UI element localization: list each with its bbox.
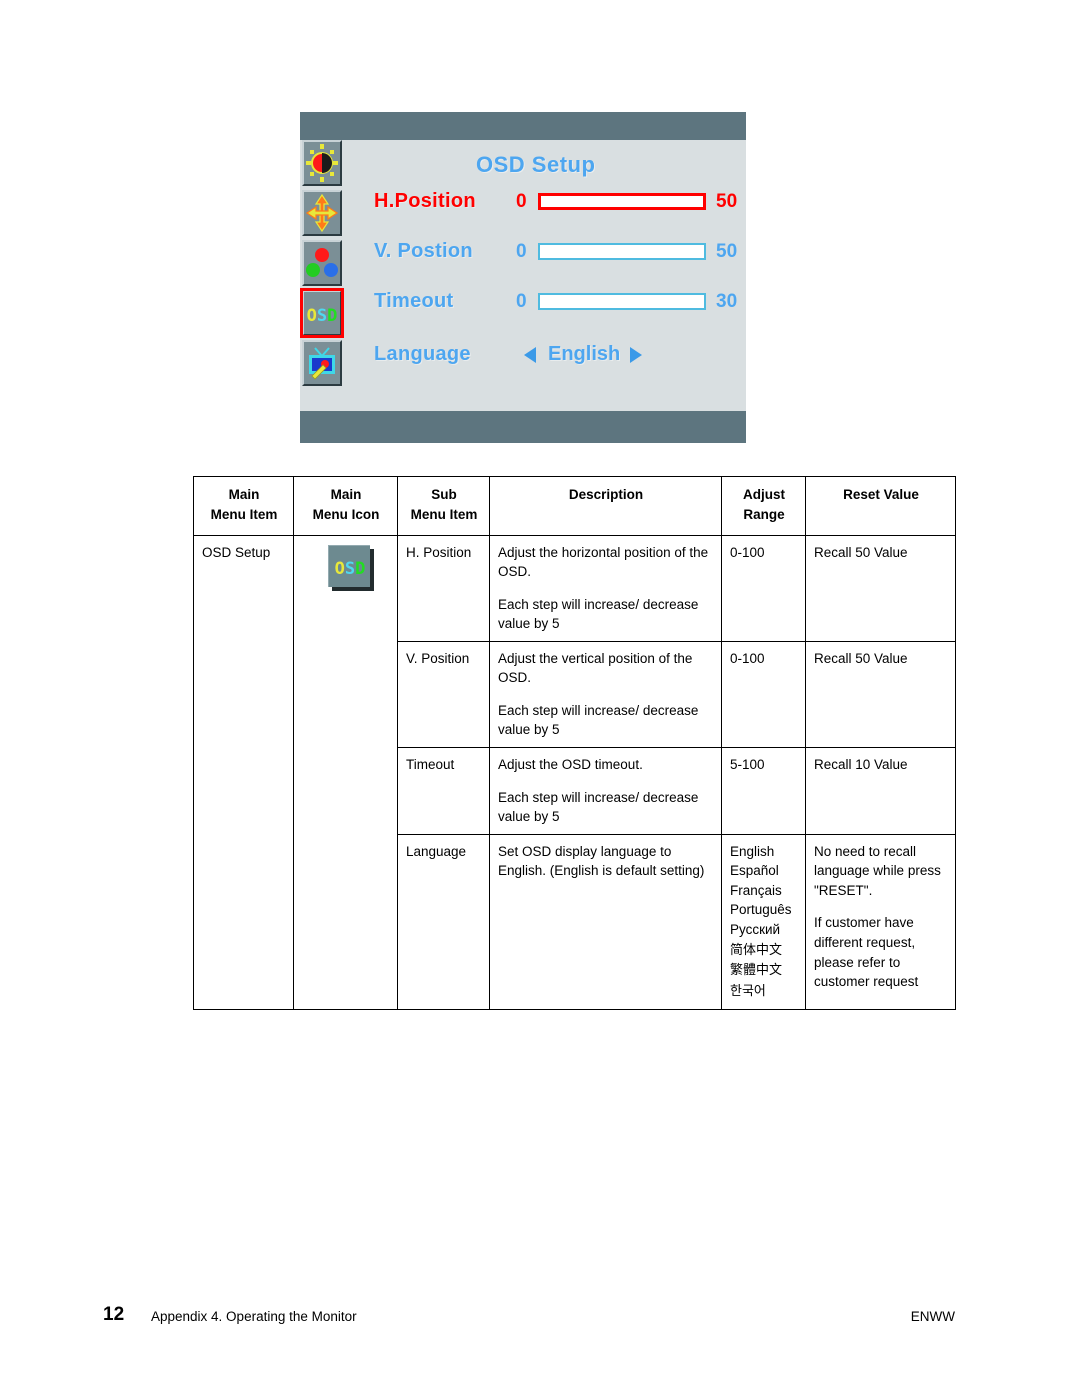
- page-footer: 12 Appendix 4. Operating the Monitor ENW…: [103, 1304, 955, 1329]
- osd-menu-screenshot: OSD OSD Setup H.Position 0 50 V. Postion…: [300, 112, 746, 443]
- position-arrows-icon[interactable]: [302, 190, 342, 236]
- color-dots-icon[interactable]: [302, 240, 342, 286]
- osd-row-max: 50: [716, 191, 738, 212]
- osd-row-timeout[interactable]: Timeout 0 30: [356, 290, 746, 318]
- osd-row-max: 30: [716, 291, 738, 312]
- table-row: OSD Setup OSD H. Position Adjust the hor…: [193, 534, 956, 1011]
- osd-row-min: 0: [516, 191, 527, 212]
- osd-row-v-position[interactable]: V. Postion 0 50: [356, 240, 746, 268]
- cell-description: Adjust the vertical position of the OSD.…: [489, 640, 722, 749]
- cell-sub-menu-item: V. Position: [397, 640, 490, 749]
- cell-sub-menu-item: H. Position: [397, 534, 490, 642]
- osd-setup-spec-table: Main Menu Item Main Menu Icon Sub Menu I…: [193, 476, 956, 1011]
- cell-reset-value: Recall 50 Value: [805, 534, 956, 642]
- cell-language-list: English Español Français Português Русск…: [721, 833, 806, 1011]
- svg-text:OSD: OSD: [307, 306, 338, 326]
- osd-slider-h-position[interactable]: [538, 193, 706, 210]
- osd-bottom-band: [300, 411, 746, 443]
- cell-adjust-range: 5-100: [721, 747, 806, 835]
- cell-main-menu-item: OSD Setup: [193, 534, 294, 1011]
- footer-right-label: ENWW: [910, 1309, 955, 1324]
- osd-icon[interactable]: OSD: [300, 288, 344, 338]
- cell-reset-value: Recall 50 Value: [805, 640, 956, 749]
- osd-row-label: V. Postion: [374, 240, 473, 262]
- table-header-row: Main Menu Item Main Menu Icon Sub Menu I…: [193, 476, 956, 536]
- header-adjust-range: Adjust Range: [721, 476, 806, 536]
- cell-adjust-range: 0-100: [721, 534, 806, 642]
- cell-main-menu-icon: OSD: [293, 534, 398, 1011]
- osd-row-label: H.Position: [374, 190, 476, 212]
- left-arrow-icon[interactable]: [524, 347, 536, 363]
- cell-reset-value: No need to recall language while press "…: [805, 833, 956, 1011]
- header-main-menu-item: Main Menu Item: [193, 476, 294, 536]
- osd-body: OSD OSD Setup H.Position 0 50 V. Postion…: [300, 140, 746, 411]
- osd-row-min: 0: [516, 291, 527, 312]
- cell-description: Adjust the horizontal position of the OS…: [489, 534, 722, 642]
- osd-slider-timeout[interactable]: [538, 293, 706, 310]
- brightness-contrast-icon[interactable]: [302, 140, 342, 186]
- osd-row-label: Language: [374, 343, 471, 365]
- page-number: 12: [103, 1304, 125, 1325]
- header-sub-menu-item: Sub Menu Item: [397, 476, 490, 536]
- cell-description: Adjust the OSD timeout. Each step will i…: [489, 747, 722, 835]
- osd-row-language[interactable]: Language English: [356, 343, 746, 371]
- header-reset-value: Reset Value: [805, 476, 956, 536]
- osd-icon-rail: OSD: [300, 140, 348, 411]
- osd-slider-v-position[interactable]: [538, 243, 706, 260]
- osd-row-label: Timeout: [374, 290, 454, 312]
- right-arrow-icon[interactable]: [630, 347, 642, 363]
- cell-adjust-range: 0-100: [721, 640, 806, 749]
- osd-row-min: 0: [516, 241, 527, 262]
- cell-reset-value: Recall 10 Value: [805, 747, 956, 835]
- svg-text:OSD: OSD: [335, 559, 366, 579]
- cell-sub-menu-item: Timeout: [397, 747, 490, 835]
- cell-description: Set OSD display language to English. (En…: [489, 833, 722, 1011]
- osd-top-band: [300, 112, 746, 140]
- osd-panel: OSD Setup H.Position 0 50 V. Postion 0 5…: [356, 140, 746, 411]
- osd-row-h-position[interactable]: H.Position 0 50: [356, 190, 746, 218]
- cell-sub-menu-item: Language: [397, 833, 490, 1011]
- header-description: Description: [489, 476, 722, 536]
- breadcrumb: Appendix 4. Operating the Monitor: [151, 1309, 357, 1324]
- header-main-menu-icon: Main Menu Icon: [293, 476, 398, 536]
- osd-row-max: 50: [716, 241, 738, 262]
- osd-language-value: English: [548, 343, 621, 365]
- osd-panel-title: OSD Setup: [476, 152, 596, 177]
- monitor-wrench-icon[interactable]: [302, 340, 342, 386]
